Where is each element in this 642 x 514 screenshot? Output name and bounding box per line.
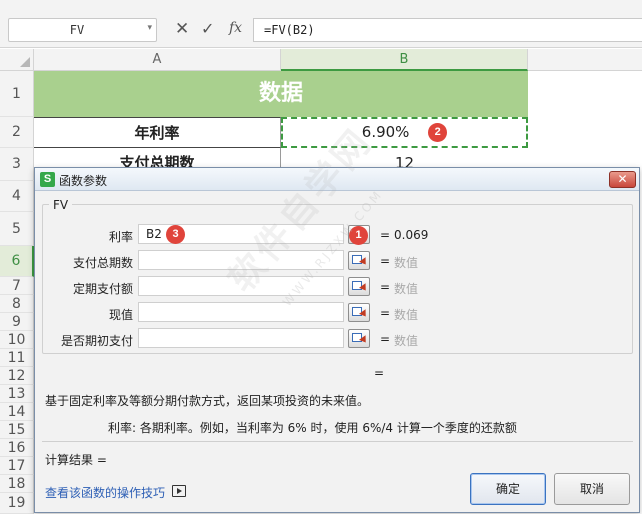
arg-input-nper[interactable] — [138, 250, 344, 270]
arg-eq-nper: = — [380, 254, 391, 268]
arg-label-pmt: 定期支付额 — [72, 282, 133, 296]
row-header-9[interactable]: 9 — [0, 313, 34, 331]
range-picker-rate[interactable]: 1 — [348, 225, 370, 245]
formula-input[interactable]: =FV(B2) — [253, 18, 642, 42]
step-marker-3: 3 — [166, 225, 185, 244]
calc-result-label: 计算结果 = — [45, 453, 107, 467]
name-box-value: FV — [69, 23, 85, 37]
function-description: 基于固定利率及等额分期付款方式，返回某项投资的未来值。 — [45, 394, 370, 408]
arg-result-pv: 数值 — [394, 308, 419, 322]
row-header-8[interactable]: 8 — [0, 295, 34, 313]
arg-eq-pv: = — [380, 306, 391, 320]
select-all-icon — [20, 57, 30, 67]
row-header-6[interactable]: 6 — [0, 246, 34, 277]
arg-result-pmt: 数值 — [394, 282, 419, 296]
step-marker-2: 2 — [428, 123, 448, 142]
row-header-7[interactable]: 7 — [0, 277, 34, 295]
formula-text: =FV(B2) — [264, 23, 315, 37]
arg-input-pmt[interactable] — [138, 276, 344, 296]
ok-button[interactable]: 确定 — [470, 473, 546, 505]
app-logo-icon: S — [40, 172, 55, 187]
cell-b2[interactable]: 6.90% 2 — [281, 117, 528, 148]
row-header-15[interactable]: 15 — [0, 421, 34, 439]
cancel-button[interactable]: 取消 — [554, 473, 630, 505]
name-box[interactable]: FV ▾ — [8, 18, 157, 42]
formula-bar: FV ▾ ✕ ✓ fx =FV(B2) — [0, 12, 642, 48]
arg-label-type: 是否期初支付 — [60, 334, 133, 348]
arg-result-rate: 0.069 — [394, 228, 429, 242]
argument-description: 利率: 各期利率。例如，当利率为 6% 时，使用 6%/4 计算一个季度的还款额 — [108, 421, 517, 435]
divider — [42, 441, 633, 442]
arg-label-pv: 现值 — [108, 308, 133, 322]
column-header-a[interactable]: A — [34, 49, 281, 71]
row-header-16[interactable]: 16 — [0, 439, 34, 457]
close-button[interactable]: ✕ — [609, 171, 636, 188]
row-header-13[interactable]: 13 — [0, 385, 34, 403]
step-marker-1: 1 — [349, 226, 368, 245]
arg-input-rate[interactable]: B2 3 — [138, 224, 344, 244]
row-header-11[interactable]: 11 — [0, 349, 34, 367]
select-all-corner[interactable] — [0, 49, 34, 71]
toolbar-strip — [0, 0, 642, 12]
arg-eq-pmt: = — [380, 280, 391, 294]
row-header-4[interactable]: 4 — [0, 181, 34, 212]
arg-result-type: 数值 — [394, 334, 419, 348]
row-header-12[interactable]: 12 — [0, 367, 34, 385]
spreadsheet-window: FV ▾ ✕ ✓ fx =FV(B2) A B 1 2 3 4 5 6 7 8 … — [0, 0, 642, 514]
range-picker-pv[interactable] — [348, 303, 370, 322]
dialog-title: 函数参数 — [59, 174, 108, 188]
column-header-b[interactable]: B — [281, 49, 528, 71]
cell-a2[interactable]: 年利率 — [34, 117, 281, 148]
arg-input-rate-value: B2 — [146, 227, 162, 241]
arg-result-nper: 数值 — [394, 256, 419, 270]
row-header-17[interactable]: 17 — [0, 457, 34, 475]
row-header-18[interactable]: 18 — [0, 475, 34, 493]
row-header-1[interactable]: 1 — [0, 71, 34, 117]
row-header-19[interactable]: 19 — [0, 493, 34, 514]
chevron-down-icon[interactable]: ▾ — [147, 23, 152, 33]
column-header-empty — [528, 49, 642, 71]
function-arguments-dialog: S 函数参数 ✕ FV 利率 B2 3 1 = 0.069 支付总期数 = 数值… — [34, 167, 640, 513]
cancel-formula-icon[interactable]: ✕ — [175, 20, 189, 38]
arg-eq-rate: = — [380, 228, 391, 242]
enter-formula-icon[interactable]: ✓ — [201, 20, 214, 38]
function-name-label: FV — [49, 198, 73, 212]
arg-eq-type: = — [380, 332, 391, 346]
row-header-2[interactable]: 2 — [0, 117, 34, 148]
function-tips-link[interactable]: 查看该函数的操作技巧 — [45, 484, 165, 501]
row-header-14[interactable]: 14 — [0, 403, 34, 421]
video-play-icon[interactable] — [172, 485, 186, 497]
cell-a1-merged-title[interactable]: 数据 — [34, 71, 528, 117]
dialog-titlebar[interactable]: S 函数参数 ✕ — [35, 168, 639, 191]
insert-function-icon[interactable]: fx — [229, 20, 242, 36]
play-icon — [177, 488, 182, 494]
row-header-10[interactable]: 10 — [0, 331, 34, 349]
arg-input-pv[interactable] — [138, 302, 344, 322]
arg-input-type[interactable] — [138, 328, 344, 348]
range-picker-type[interactable] — [348, 329, 370, 348]
range-picker-pmt[interactable] — [348, 277, 370, 296]
cell-b2-value: 6.90% — [361, 123, 410, 141]
range-picker-nper[interactable] — [348, 251, 370, 270]
row-header-5[interactable]: 5 — [0, 212, 34, 246]
arg-label-rate: 利率 — [108, 230, 133, 244]
formula-result-eq: = — [374, 366, 385, 380]
row-header-3[interactable]: 3 — [0, 148, 34, 181]
arg-label-nper: 支付总期数 — [72, 256, 133, 270]
